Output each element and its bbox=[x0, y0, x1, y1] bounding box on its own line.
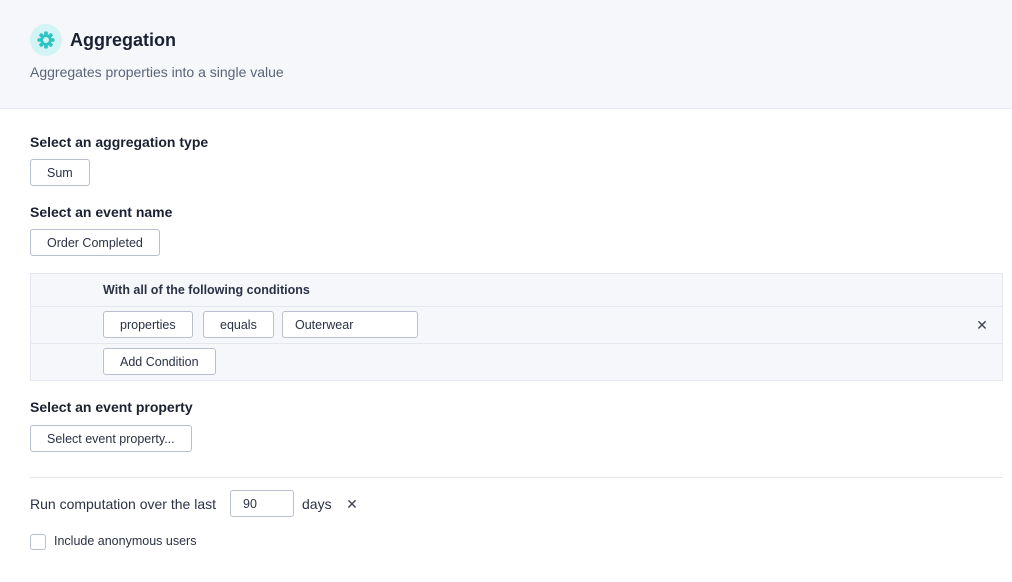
gear-icon bbox=[30, 24, 62, 56]
computation-prefix: Run computation over the last bbox=[30, 496, 216, 512]
condition-property-select[interactable]: properties bbox=[103, 311, 193, 338]
close-icon[interactable]: ✕ bbox=[345, 497, 359, 511]
aggregation-type-select[interactable]: Sum bbox=[30, 159, 90, 186]
conditions-divider bbox=[31, 343, 1002, 344]
conditions-panel: With all of the following conditions pro… bbox=[30, 273, 1003, 381]
condition-value-input[interactable] bbox=[282, 311, 418, 338]
event-property-select[interactable]: Select event property... bbox=[30, 425, 192, 452]
include-anonymous-checkbox[interactable] bbox=[30, 534, 46, 550]
event-name-label: Select an event name bbox=[30, 204, 173, 220]
page-title: Aggregation bbox=[70, 30, 176, 50]
condition-operator-select[interactable]: equals bbox=[203, 311, 274, 338]
conditions-header: With all of the following conditions bbox=[103, 283, 310, 297]
conditions-divider bbox=[31, 306, 1002, 307]
close-icon[interactable]: ✕ bbox=[975, 318, 989, 332]
add-condition-button[interactable]: Add Condition bbox=[103, 348, 216, 375]
include-anonymous-label: Include anonymous users bbox=[54, 534, 197, 548]
computation-days-input[interactable] bbox=[230, 490, 294, 517]
section-divider bbox=[30, 477, 1003, 478]
page-subtitle: Aggregates properties into a single valu… bbox=[30, 64, 284, 80]
event-property-label: Select an event property bbox=[30, 399, 193, 415]
aggregation-type-label: Select an aggregation type bbox=[30, 134, 209, 150]
computation-suffix: days bbox=[302, 496, 332, 512]
page-header: Aggregation Aggregates properties into a… bbox=[0, 0, 1012, 109]
event-name-select[interactable]: Order Completed bbox=[30, 229, 160, 256]
